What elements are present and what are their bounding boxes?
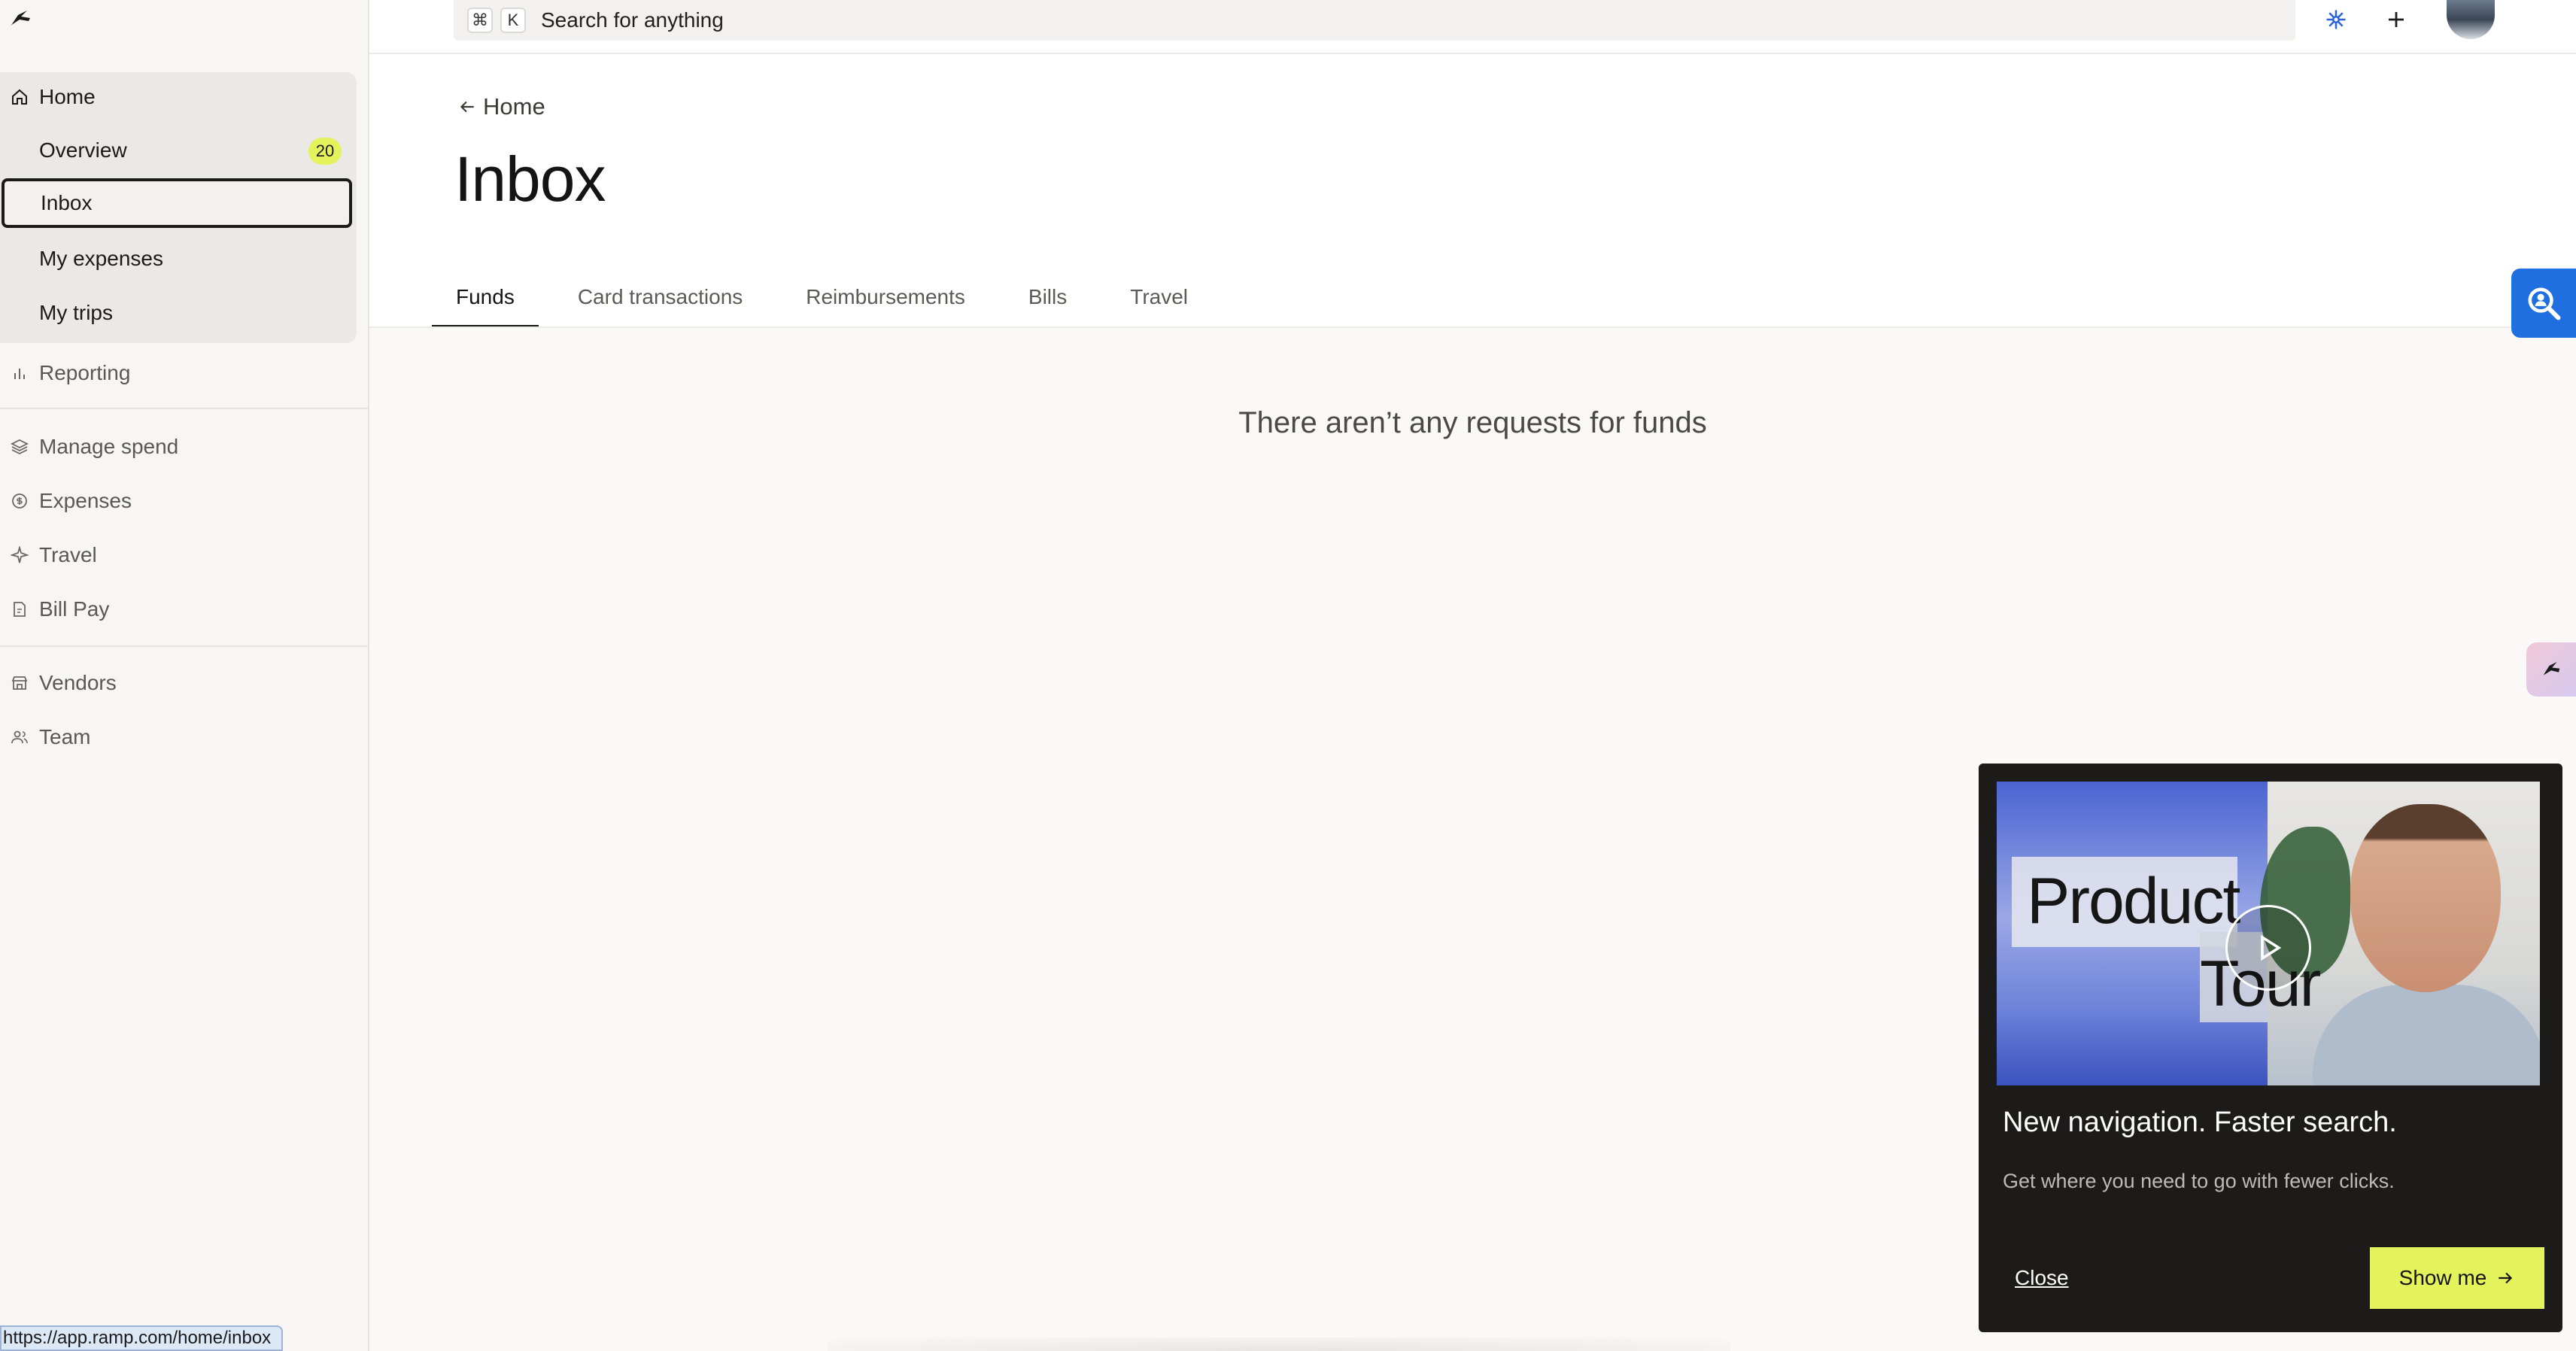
- tab-reimbursements[interactable]: Reimbursements: [782, 266, 989, 328]
- top-bar: ⌘ K Search for anything: [369, 0, 2576, 54]
- close-tour-button[interactable]: Close: [2015, 1266, 2069, 1290]
- sidebar-item-label: My trips: [39, 301, 113, 324]
- sparkle-icon[interactable]: [2321, 5, 2351, 35]
- back-to-home-link[interactable]: Home: [457, 93, 545, 120]
- store-icon: [0, 674, 39, 692]
- show-me-button[interactable]: Show me: [2370, 1247, 2544, 1309]
- empty-state-message: There aren’t any requests for funds: [1238, 406, 1707, 439]
- layers-icon: [0, 438, 39, 456]
- sidebar-item-my-expenses[interactable]: My expenses: [0, 234, 352, 284]
- tab-bills[interactable]: Bills: [1004, 266, 1091, 328]
- show-me-label: Show me: [2398, 1266, 2487, 1289]
- product-tour-popup: Product Tour New navigation. Faster sear…: [1979, 764, 2562, 1332]
- tab-card-transactions[interactable]: Card transactions: [554, 266, 767, 328]
- sidebar-divider: [0, 645, 369, 647]
- sidebar-item-home[interactable]: Home: [0, 72, 357, 122]
- sidebar-item-manage-spend[interactable]: Manage spend: [0, 422, 369, 472]
- k-key-hint: K: [500, 8, 526, 33]
- sidebar-item-label: Inbox: [41, 191, 93, 214]
- plus-icon[interactable]: [2381, 5, 2411, 35]
- bottom-shadow: [828, 1337, 1730, 1351]
- sidebar-item-label: Bill Pay: [39, 597, 110, 621]
- home-icon: [0, 88, 39, 106]
- sidebar-item-team[interactable]: Team: [0, 712, 369, 762]
- bar-chart-icon: [0, 364, 39, 382]
- sidebar-item-overview[interactable]: Overview 20: [0, 126, 352, 175]
- assistant-widget[interactable]: [2526, 642, 2576, 697]
- plane-icon: [0, 546, 39, 564]
- tour-media-person-head: [2350, 804, 2501, 992]
- tabs-divider: [369, 326, 2576, 328]
- tab-travel[interactable]: Travel: [1106, 266, 1212, 328]
- arrow-right-icon: [2499, 1272, 2513, 1284]
- page-title: Inbox: [454, 144, 606, 214]
- inbox-tabs: Funds Card transactions Reimbursements B…: [432, 266, 1227, 328]
- sidebar-item-vendors[interactable]: Vendors: [0, 658, 369, 708]
- status-bar-url: https://app.ramp.com/home/inbox: [0, 1325, 284, 1351]
- sidebar-item-my-trips[interactable]: My trips: [0, 288, 352, 338]
- help-search-widget[interactable]: [2511, 269, 2576, 338]
- team-icon: [0, 728, 39, 746]
- avatar[interactable]: [2447, 0, 2495, 39]
- sidebar-item-label: Vendors: [39, 671, 117, 694]
- sidebar-item-label: Team: [39, 725, 91, 748]
- search-placeholder: Search for anything: [541, 8, 724, 32]
- sidebar-item-expenses[interactable]: Expenses: [0, 476, 369, 526]
- tour-description: Get where you need to go with fewer clic…: [2003, 1170, 2395, 1192]
- play-button[interactable]: [2225, 905, 2311, 991]
- tab-funds[interactable]: Funds: [432, 266, 539, 328]
- sidebar-item-label: Home: [39, 85, 96, 108]
- magnifier-person-icon: [2528, 287, 2561, 320]
- play-icon: [2261, 934, 2282, 961]
- sidebar-divider: [0, 408, 369, 409]
- search-input[interactable]: ⌘ K Search for anything: [454, 0, 2295, 41]
- sidebar-item-label: Travel: [39, 543, 97, 566]
- tour-media-word-product: Product: [2027, 865, 2240, 937]
- sidebar-item-label: My expenses: [39, 247, 163, 270]
- cmd-key-hint: ⌘: [467, 8, 493, 33]
- sidebar-item-inbox[interactable]: Inbox: [2, 178, 352, 228]
- dollar-circle-icon: [0, 492, 39, 510]
- sidebar-item-label: Reporting: [39, 361, 131, 384]
- app-root: Home Overview 20 Inbox My expenses My tr…: [0, 0, 2576, 1351]
- sidebar-item-label: Overview: [39, 138, 127, 162]
- sidebar-item-travel[interactable]: Travel: [0, 530, 369, 580]
- home-group: Home Overview 20 Inbox My expenses My tr…: [0, 72, 357, 343]
- sidebar-item-reporting[interactable]: Reporting: [0, 348, 369, 398]
- ramp-logo-icon[interactable]: [8, 6, 33, 32]
- product-tour-video[interactable]: Product Tour: [1997, 782, 2540, 1085]
- tour-title: New navigation. Faster search.: [2003, 1107, 2397, 1138]
- back-link-label: Home: [483, 93, 545, 120]
- sidebar: Home Overview 20 Inbox My expenses My tr…: [0, 0, 369, 1351]
- sidebar-item-bill-pay[interactable]: Bill Pay: [0, 584, 369, 634]
- overview-count-badge: 20: [308, 138, 342, 165]
- sidebar-item-label: Expenses: [39, 489, 132, 512]
- sidebar-item-label: Manage spend: [39, 435, 179, 458]
- arrow-left-icon: [460, 101, 474, 113]
- assistant-icon: [2544, 662, 2560, 676]
- bill-icon: [0, 600, 39, 618]
